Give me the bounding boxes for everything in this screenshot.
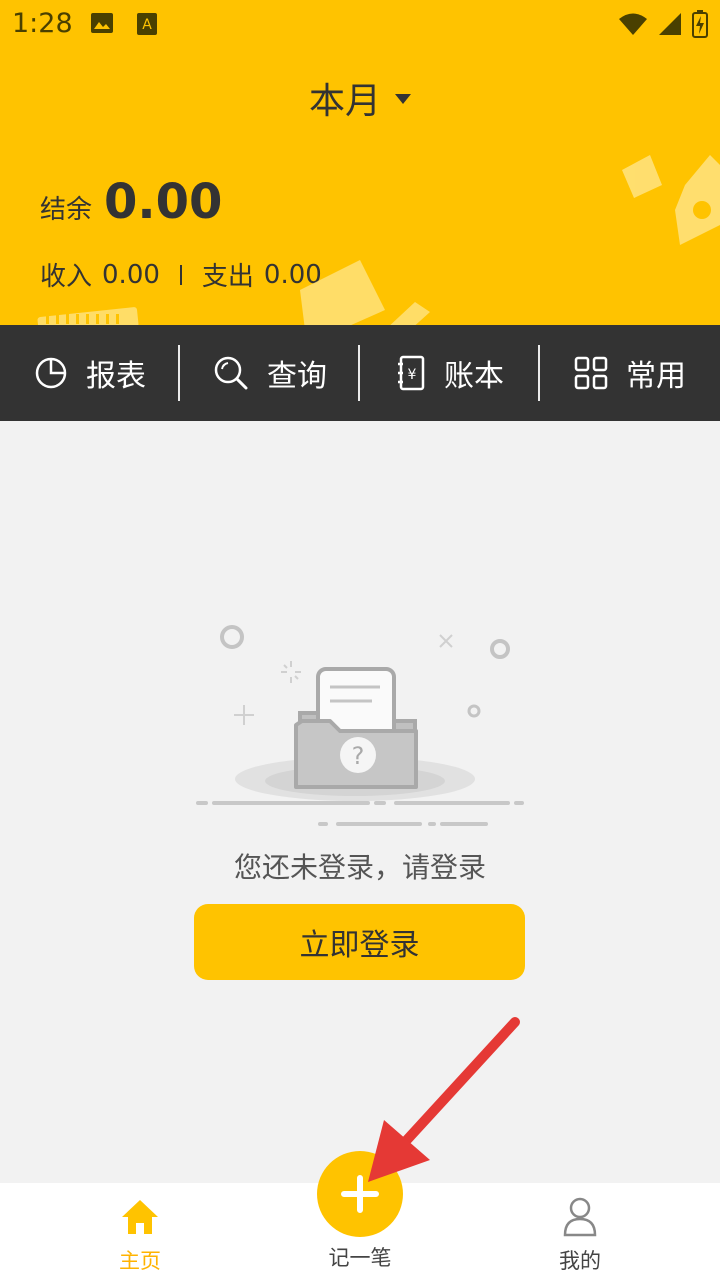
tool-report[interactable]: 报表 [0,325,180,421]
tool-common[interactable]: 常用 [540,325,720,421]
status-bar: 1:28 A [0,0,720,48]
user-icon [563,1197,597,1237]
app-notification-icon: A [137,13,157,35]
svg-text:?: ? [352,742,365,770]
nav-mine-label: 我的 [559,1249,601,1273]
nav-home[interactable]: 主页 [60,1183,220,1280]
plus-icon [341,1175,379,1213]
ledger-book-icon: ¥ [398,355,425,391]
nav-home-label: 主页 [119,1249,161,1273]
month-selector[interactable]: 本月 [0,72,720,124]
tool-search[interactable]: 查询 [180,325,360,421]
balance-label: 结余 [40,195,93,225]
tool-common-label: 常用 [626,359,686,394]
header: 1:28 A 本月 结余 0.00 收入 0.00 支出 0.00 [0,0,720,325]
wifi-icon [619,13,647,35]
empty-message: 您还未登录，请登录 [233,851,486,884]
status-time: 1:28 [12,8,73,39]
svg-text:¥: ¥ [408,367,417,383]
tool-ledger-label: 账本 [444,359,504,394]
login-button[interactable]: 立即登录 [194,904,525,980]
folder-question-icon: ? [196,625,524,826]
decorative-pen-book-icon [622,155,720,245]
decorative-stationery-icon [37,260,430,325]
quick-toolbar: 报表 查询 ¥ 账本 常用 [0,325,720,421]
nav-mine[interactable]: 我的 [500,1183,660,1280]
empty-state: ? 您还未登录，请登录 立即登录 [0,421,720,1183]
balance-value: 0.00 [104,174,223,230]
add-record-button[interactable] [317,1151,403,1237]
svg-text:A: A [142,17,152,33]
search-icon [214,356,248,390]
battery-charging-icon [692,10,708,38]
tool-search-label: 查询 [267,359,327,394]
tool-ledger[interactable]: ¥ 账本 [360,325,540,421]
home-icon [122,1200,158,1234]
month-selector-label: 本月 [308,81,381,122]
tool-report-label: 报表 [86,359,146,394]
add-record-label: 记一笔 [328,1246,392,1270]
grid-icon [574,356,608,390]
cell-signal-icon [659,13,681,35]
balance: 结余 0.00 [40,174,222,230]
pie-chart-icon [35,357,67,389]
image-notification-icon [91,13,113,33]
caret-down-icon [395,94,411,104]
